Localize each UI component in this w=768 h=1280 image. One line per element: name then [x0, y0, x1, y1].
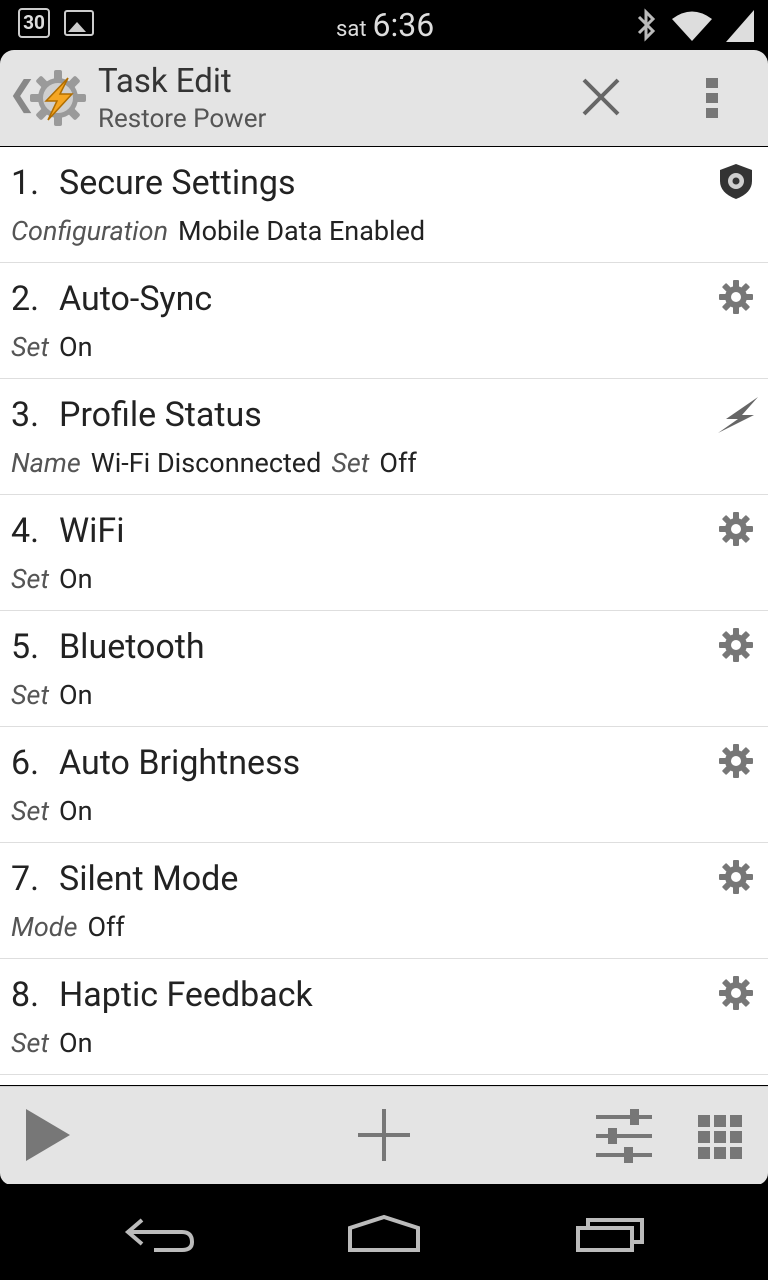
gear-icon	[719, 628, 753, 662]
action-title: 3. Profile Status	[11, 395, 262, 435]
action-args: Set On	[11, 795, 103, 827]
status-bar: 30 sat 6:36	[0, 0, 768, 50]
action-row[interactable]: 4. WiFi Set On	[0, 495, 768, 611]
action-name: Auto-Sync	[59, 279, 213, 319]
action-title: 7. Silent Mode	[11, 859, 238, 899]
action-args: Set On	[11, 679, 103, 711]
action-row[interactable]: 2. Auto-Sync Set On	[0, 263, 768, 379]
action-name: Silent Mode	[59, 859, 239, 899]
action-bar: ❮ Task Edit Restore Power	[0, 50, 768, 146]
arg-key: Mode	[11, 911, 78, 943]
signal-icon	[726, 10, 754, 42]
arg-value: Mobile Data Enabled	[178, 215, 426, 247]
lightning-icon	[718, 397, 758, 433]
overflow-menu-icon[interactable]	[700, 74, 724, 122]
clock-time: 6:36	[372, 6, 435, 44]
action-number: 4.	[11, 511, 40, 551]
action-number: 1.	[11, 163, 40, 203]
action-title: 8. Haptic Feedback	[11, 975, 313, 1015]
action-number: 5.	[11, 627, 40, 667]
action-name: Auto Brightness	[59, 743, 301, 783]
arg-value: On	[59, 795, 93, 827]
navigation-bar	[0, 1184, 768, 1280]
arg-key: Set	[11, 1027, 50, 1059]
wifi-icon	[672, 11, 712, 41]
arg-value: On	[59, 563, 93, 595]
task-name: Restore Power	[98, 104, 267, 134]
action-row[interactable]: 8. Haptic Feedback Set On	[0, 959, 768, 1075]
arg-value: On	[59, 1027, 93, 1059]
arg-key: Set	[11, 679, 50, 711]
arg-value: Wi-Fi Disconnected	[90, 447, 322, 479]
action-row[interactable]: 3. Profile Status Name Wi-Fi Disconnected S…	[0, 379, 768, 495]
clock-day: sat	[336, 17, 367, 42]
arg-key: Name	[11, 447, 81, 479]
action-number: 7.	[11, 859, 40, 899]
action-row[interactable]: 6. Auto Brightness Set On	[0, 727, 768, 843]
play-icon[interactable]	[24, 1105, 72, 1165]
arg-value: On	[59, 331, 93, 363]
arg-key: Configuration	[11, 215, 169, 247]
bluetooth-icon	[637, 8, 656, 42]
gear-icon	[719, 280, 753, 314]
arg-value: Off	[87, 911, 125, 943]
arg-value: Off	[379, 447, 417, 479]
shield-gear-icon	[720, 164, 752, 199]
action-title: 6. Auto Brightness	[11, 743, 300, 783]
arg-key: Set	[11, 795, 50, 827]
close-icon[interactable]	[578, 74, 624, 120]
action-name: Haptic Feedback	[59, 975, 313, 1015]
action-args: Name Wi-Fi Disconnected Set Off	[11, 447, 427, 479]
action-row[interactable]: 1. Secure Settings Configuration Mobile Da…	[0, 147, 768, 263]
action-title: 2. Auto-Sync	[11, 279, 212, 319]
action-args: Mode Off	[11, 911, 135, 943]
action-name: Bluetooth	[59, 627, 205, 667]
action-args: Set On	[11, 331, 103, 363]
action-args: Set On	[11, 563, 103, 595]
gear-icon	[719, 976, 753, 1010]
sliders-icon[interactable]	[594, 1107, 654, 1165]
clock: sat 6:36	[336, 6, 434, 44]
grid-icon[interactable]	[698, 1115, 742, 1159]
action-args: Configuration Mobile Data Enabled	[11, 215, 435, 247]
gear-icon	[719, 512, 753, 546]
page-title: Task Edit	[98, 62, 232, 101]
action-list: 1. Secure Settings Configuration Mobile Da…	[0, 147, 768, 1085]
action-number: 3.	[11, 395, 40, 435]
bottom-toolbar	[0, 1086, 768, 1185]
arg-value: On	[59, 679, 93, 711]
add-icon[interactable]	[356, 1107, 412, 1163]
back-icon[interactable]	[124, 1216, 196, 1254]
action-title: 1. Secure Settings	[11, 163, 296, 203]
action-row[interactable]: 5. Bluetooth Set On	[0, 611, 768, 727]
recents-icon[interactable]	[574, 1216, 646, 1254]
action-row[interactable]: 7. Silent Mode Mode Off	[0, 843, 768, 959]
tasker-app-icon[interactable]	[28, 68, 88, 128]
action-name: WiFi	[59, 511, 125, 551]
action-title: 5. Bluetooth	[11, 627, 205, 667]
gear-icon	[719, 860, 753, 894]
action-name: Secure Settings	[59, 163, 296, 203]
gear-icon	[719, 744, 753, 778]
image-icon	[64, 10, 94, 36]
arg-key: Set	[11, 563, 50, 595]
action-number: 2.	[11, 279, 40, 319]
action-title: 4. WiFi	[11, 511, 125, 551]
arg-key: Set	[331, 447, 370, 479]
action-name: Profile Status	[59, 395, 262, 435]
home-icon[interactable]	[346, 1214, 422, 1254]
action-number: 8.	[11, 975, 40, 1015]
arg-key: Set	[11, 331, 50, 363]
action-number: 6.	[11, 743, 40, 783]
calendar-icon: 30	[18, 8, 50, 38]
action-args: Set On	[11, 1027, 103, 1059]
